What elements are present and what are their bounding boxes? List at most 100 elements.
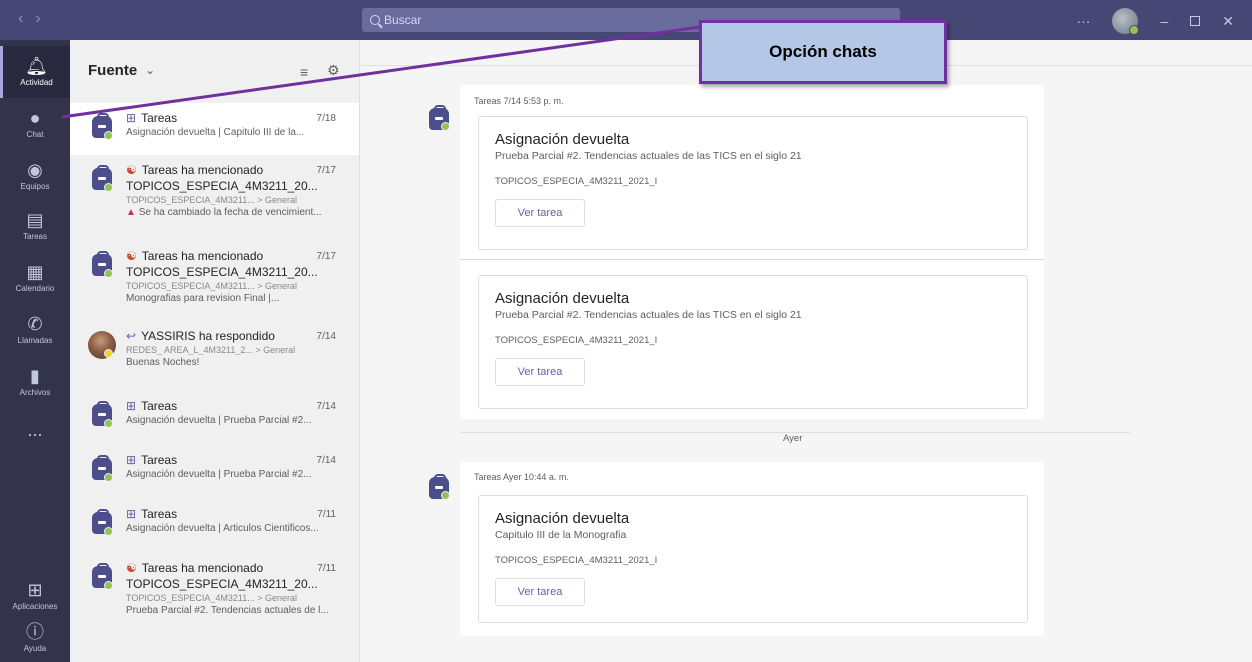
card-team: TOPICOS_ESPECIA_4M3211_2021_I <box>495 335 658 346</box>
profile-avatar[interactable] <box>1112 8 1140 35</box>
feed-item-name: Tareas ha mencionado <box>141 163 264 177</box>
megaphone-icon: ▲ <box>126 207 136 218</box>
feed-item-date: 7/18 <box>316 112 336 124</box>
card-subtitle: Prueba Parcial #2. Tendencias actuales d… <box>495 150 802 162</box>
feed-item-date: 7/14 <box>316 454 336 466</box>
feed-item[interactable]: ⊞ Tareas 7/14 Asignación devuelta | Prue… <box>70 391 359 445</box>
feed-item-line: REDES_ AREA_L_4M3211_2... > General <box>126 345 296 355</box>
presence-dot <box>104 131 113 140</box>
assignment-card: Asignación devuelta Capitulo III de la M… <box>478 495 1028 623</box>
rail-item-actividad[interactable]: 🔔︎ Actividad <box>0 46 70 98</box>
presence-dot <box>104 419 113 428</box>
settings-icon[interactable]: ⚙ <box>327 62 340 79</box>
feed-item[interactable]: ☯ Tareas ha mencionado 7/11 TOPICOS_ESPE… <box>70 553 359 633</box>
feed-item[interactable]: ⊞ Tareas 7/11 Asignación devuelta | Arti… <box>70 499 359 553</box>
close-icon[interactable]: ✕ <box>1222 13 1234 30</box>
chat-icon: ● <box>29 108 41 128</box>
presence-dot <box>104 269 113 278</box>
feed-item-line: TOPICOS_ESPECIA_4M3211... > General <box>126 195 297 205</box>
more-options-icon[interactable]: ··· <box>1076 13 1090 29</box>
feed-item-date: 7/11 <box>317 562 336 574</box>
calendar-icon: ▦ <box>26 262 44 282</box>
feed-item-line: Asignación devuelta | Capitulo III de la… <box>126 127 305 138</box>
presence-dot <box>104 581 113 590</box>
feed-item-name: Tareas <box>141 399 178 413</box>
rail-item-archivos[interactable]: ▮ Archivos <box>0 356 70 408</box>
view-assignment-button[interactable]: Ver tarea <box>495 358 585 386</box>
card-title: Asignación devuelta <box>495 290 630 307</box>
feed-item-name: Tareas <box>141 453 178 467</box>
presence-dot <box>104 527 113 536</box>
rail-item-equipos[interactable]: ◉ Equipos <box>0 150 70 202</box>
bell-icon: 🔔︎ <box>25 56 48 76</box>
feed-item-name: YASSIRIS ha respondido <box>141 329 275 343</box>
rail-item-more[interactable]: ... <box>0 404 70 456</box>
callout-box: Opción chats <box>699 20 947 84</box>
rail-label: Equipos <box>20 182 50 191</box>
day-label: Ayer <box>777 433 809 444</box>
feed-title-dropdown[interactable]: Fuente <box>88 62 137 79</box>
card-divider <box>460 259 1044 260</box>
feed-item-date: 7/17 <box>316 250 336 262</box>
back-arrow-icon[interactable]: ‹ <box>18 10 23 28</box>
view-assignment-button[interactable]: Ver tarea <box>495 199 585 227</box>
feed-item[interactable]: ☯ Tareas ha mencionado 7/17 TOPICOS_ESPE… <box>70 241 359 321</box>
feed-item-line: Buenas Noches! <box>126 357 200 368</box>
feed-item-line: ▲ Se ha cambiado la fecha de vencimient.… <box>126 207 348 218</box>
assignments-icon: ▤ <box>26 210 44 230</box>
rail-label: Calendario <box>15 284 55 293</box>
apps-icon: ⊞ <box>126 399 137 413</box>
presence-dot <box>441 122 450 131</box>
assignment-card: Asignación devuelta Prueba Parcial #2. T… <box>478 275 1028 409</box>
app-rail: 🔔︎ Actividad ● Chat ◉ Equipos ▤ Tareas ▦… <box>0 40 70 662</box>
card-team: TOPICOS_ESPECIA_4M3211_2021_I <box>495 176 658 187</box>
feed-item-line: TOPICOS_ESPECIA_4M3211... > General <box>126 281 297 291</box>
chevron-down-icon[interactable]: ⌄ <box>145 63 155 77</box>
rail-label: Actividad <box>20 78 53 87</box>
feed-item-name: Tareas <box>141 507 178 521</box>
rail-item-ayuda[interactable]: ⓘ Ayuda <box>0 612 70 662</box>
teams-icon: ◉ <box>27 160 43 180</box>
phone-icon: ✆ <box>27 314 43 334</box>
presence-dot <box>104 473 113 482</box>
feed-item-date: 7/17 <box>316 164 336 176</box>
rail-item-tareas[interactable]: ▤ Tareas <box>0 200 70 252</box>
apps-icon: ⊞ <box>126 507 137 521</box>
view-assignment-button[interactable]: Ver tarea <box>495 578 585 606</box>
presence-dot <box>104 183 113 192</box>
activity-feed-pane: Fuente ⌄ ≡ ⚙ ⊞ Tareas 7/18 Asignación de… <box>70 40 360 662</box>
title-bar: ‹ › Buscar ··· – ✕ <box>0 0 1252 40</box>
feed-item-date: 7/14 <box>316 400 336 412</box>
presence-dot <box>104 349 113 358</box>
feed-item[interactable]: ⊞ Tareas 7/14 Asignación devuelta | Prue… <box>70 445 359 499</box>
feed-item-line: TOPICOS_ESPECIA_4M3211_20... <box>126 265 318 279</box>
restore-icon[interactable] <box>1190 16 1201 26</box>
feed-item-line: Monografias para revision Final |... <box>126 293 280 304</box>
mention-icon: ☯ <box>126 561 137 575</box>
rail-item-calendario[interactable]: ▦ Calendario <box>0 252 70 304</box>
mention-icon: ☯ <box>126 249 137 263</box>
search-icon <box>370 15 380 25</box>
card-title: Asignación devuelta <box>495 510 630 527</box>
rail-item-chat[interactable]: ● Chat <box>0 98 70 150</box>
feed-item[interactable]: ↩ YASSIRIS ha respondido 7/14 REDES_ ARE… <box>70 321 359 391</box>
apps-icon: ⊞ <box>27 580 43 600</box>
rail-label: Tareas <box>22 232 47 241</box>
feed-item-name: Tareas ha mencionado <box>141 561 264 575</box>
search-placeholder: Buscar <box>384 13 422 27</box>
feed-item-line: Asignación devuelta | Prueba Parcial #2.… <box>126 415 312 426</box>
message-meta: Tareas 7/14 5:53 p. m. <box>474 96 564 106</box>
rail-label: Archivos <box>19 388 51 397</box>
forward-arrow-icon[interactable]: › <box>35 10 40 28</box>
rail-item-llamadas[interactable]: ✆ Llamadas <box>0 304 70 356</box>
callout-text: Opción chats <box>769 42 877 61</box>
minimize-icon[interactable]: – <box>1160 13 1168 29</box>
card-title: Asignación devuelta <box>495 131 630 148</box>
apps-icon: ⊞ <box>126 453 137 467</box>
feed-item-date: 7/14 <box>316 330 336 342</box>
feed-item[interactable]: ☯ Tareas ha mencionado 7/17 TOPICOS_ESPE… <box>70 155 359 241</box>
feed-item[interactable]: ⊞ Tareas 7/18 Asignación devuelta | Capi… <box>70 103 359 155</box>
filter-icon[interactable]: ≡ <box>300 64 308 80</box>
feed-list: ⊞ Tareas 7/18 Asignación devuelta | Capi… <box>70 103 359 633</box>
reply-icon: ↩ <box>126 329 137 343</box>
